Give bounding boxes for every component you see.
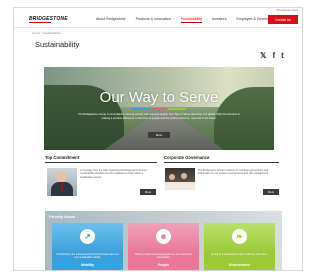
people-text: Helping to improve the way people live, … bbox=[134, 254, 193, 259]
hero-more-button[interactable]: More bbox=[148, 132, 170, 138]
page-title: Sustainability bbox=[35, 40, 80, 49]
corporate-governance-divider bbox=[164, 162, 279, 163]
ceo-photo bbox=[47, 168, 77, 196]
card-people[interactable]: ☻ Helping to improve the way people live… bbox=[128, 223, 199, 270]
environment-label[interactable]: Environment bbox=[204, 263, 275, 267]
header-divider bbox=[14, 27, 302, 28]
top-commitment-title: Top Commitment bbox=[45, 155, 80, 160]
logo-accent bbox=[29, 22, 51, 23]
hero-text: The Bridgestone Group is committed to se… bbox=[78, 113, 240, 120]
governance-person-2 bbox=[181, 173, 187, 179]
governance-table bbox=[165, 182, 195, 190]
hero-banner: Our Way to Serve The Bridgestone Group i… bbox=[44, 67, 274, 150]
priority-areas-title: Priority Areas bbox=[49, 214, 76, 219]
hero-underline bbox=[132, 108, 186, 110]
facebook-icon[interactable]: f bbox=[272, 52, 275, 60]
mobility-text: Contributing to the advancement of socie… bbox=[56, 254, 119, 259]
top-strip: Worldwide Sites bbox=[14, 8, 302, 13]
ceo-tie bbox=[61, 183, 63, 191]
main-nav: About Bridgestone Products & Innovation … bbox=[96, 17, 288, 23]
top-commitment-divider bbox=[45, 162, 157, 163]
mobility-icon: ↗ bbox=[80, 229, 95, 244]
mobility-label[interactable]: Mobility bbox=[52, 263, 123, 267]
governance-photo bbox=[165, 168, 195, 190]
nav-investors[interactable]: Investors bbox=[212, 17, 227, 23]
people-label[interactable]: People bbox=[128, 263, 199, 267]
contact-button[interactable]: Contact Us bbox=[268, 15, 298, 24]
twitter-icon[interactable]: 𝕏 bbox=[260, 52, 266, 60]
social-links: 𝕏 f t bbox=[260, 52, 284, 60]
governance-person-1 bbox=[169, 174, 175, 180]
top-commitment-more-button[interactable]: More bbox=[140, 189, 156, 195]
nav-products[interactable]: Products & Innovation bbox=[136, 17, 171, 23]
nav-sustainability[interactable]: Sustainability bbox=[180, 17, 202, 23]
environment-text: Aiming for a sustainable society in harm… bbox=[211, 254, 268, 256]
worldwide-sites-link[interactable]: Worldwide Sites bbox=[277, 8, 298, 12]
card-mobility[interactable]: ↗ Contributing to the advancement of soc… bbox=[52, 223, 123, 270]
top-commitment-text: A message from the CEO regarding the Bri… bbox=[80, 169, 148, 179]
priority-areas: Priority Areas ↗ Contributing to the adv… bbox=[45, 211, 282, 270]
corporate-governance-text: The Bridgestone Group’s policies on corp… bbox=[198, 169, 269, 176]
environment-icon: ❧ bbox=[232, 229, 247, 244]
people-icon: ☻ bbox=[156, 229, 171, 244]
card-environment[interactable]: ❧ Aiming for a sustainable society in ha… bbox=[204, 223, 275, 270]
nav-about[interactable]: About Bridgestone bbox=[96, 17, 126, 23]
tumblr-icon[interactable]: t bbox=[281, 52, 284, 60]
hero-title: Our Way to Serve bbox=[99, 89, 219, 106]
corporate-governance-more-button[interactable]: More bbox=[263, 189, 279, 195]
corporate-governance-title: Corporate Governance bbox=[164, 155, 210, 160]
browser-page: Worldwide Sites BRIDGESTONE About Bridge… bbox=[13, 7, 303, 271]
breadcrumb[interactable]: Home > Sustainability bbox=[32, 31, 61, 35]
